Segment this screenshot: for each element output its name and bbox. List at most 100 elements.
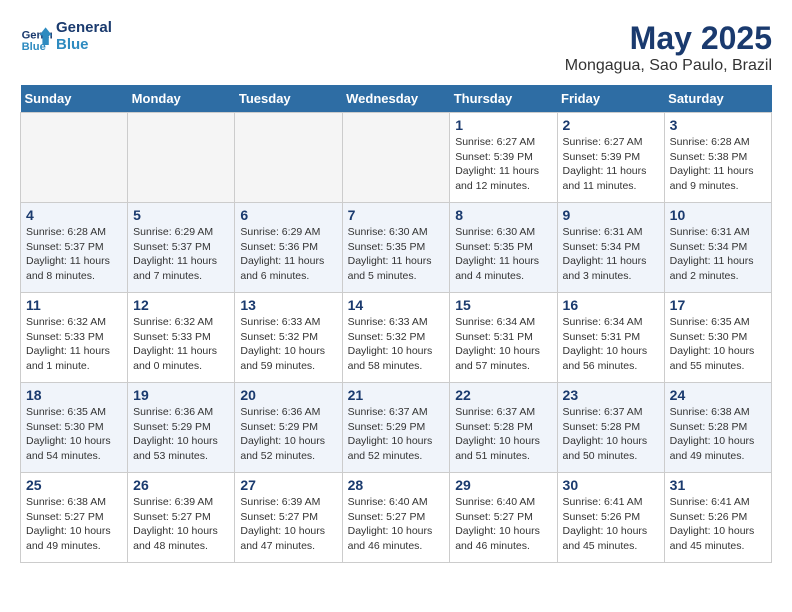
day-number: 4 <box>26 207 122 223</box>
day-cell <box>235 113 342 203</box>
day-number: 29 <box>455 477 551 493</box>
column-header-saturday: Saturday <box>664 85 771 113</box>
day-cell: 21Sunrise: 6:37 AM Sunset: 5:29 PM Dayli… <box>342 383 450 473</box>
calendar-table: SundayMondayTuesdayWednesdayThursdayFrid… <box>20 85 772 563</box>
day-info: Sunrise: 6:35 AM Sunset: 5:30 PM Dayligh… <box>26 405 122 464</box>
day-info: Sunrise: 6:28 AM Sunset: 5:38 PM Dayligh… <box>670 135 766 194</box>
day-cell: 7Sunrise: 6:30 AM Sunset: 5:35 PM Daylig… <box>342 203 450 293</box>
day-number: 25 <box>26 477 122 493</box>
day-info: Sunrise: 6:40 AM Sunset: 5:27 PM Dayligh… <box>348 495 445 554</box>
day-number: 13 <box>240 297 336 313</box>
column-header-monday: Monday <box>128 85 235 113</box>
day-number: 23 <box>563 387 659 403</box>
day-cell: 24 Sunrise: 6:38 AM Sunset: 5:28 PM Dayli… <box>664 383 771 473</box>
day-number: 22 <box>455 387 551 403</box>
day-info: Sunrise: 6:35 AM Sunset: 5:30 PM Dayligh… <box>670 315 766 374</box>
day-info: Sunrise: 6:27 AM Sunset: 5:39 PM Dayligh… <box>563 135 659 194</box>
location: Mongagua, Sao Paulo, Brazil <box>565 57 772 75</box>
day-cell: 1Sunrise: 6:27 AM Sunset: 5:39 PM Daylig… <box>450 113 557 203</box>
day-info: Sunrise: 6:31 AM Sunset: 5:34 PM Dayligh… <box>670 225 766 284</box>
day-cell: 23 Sunrise: 6:37 AM Sunset: 5:28 PM Dayli… <box>557 383 664 473</box>
week-row-3: 11 Sunrise: 6:32 AM Sunset: 5:33 PM Dayli… <box>21 293 772 383</box>
day-cell: 13 Sunrise: 6:33 AM Sunset: 5:32 PM Dayli… <box>235 293 342 383</box>
day-number: 3 <box>670 117 766 133</box>
day-info: Sunrise: 6:31 AM Sunset: 5:34 PM Dayligh… <box>563 225 659 284</box>
page-header: General Blue General Blue May 2025 Monga… <box>20 20 772 75</box>
column-header-sunday: Sunday <box>21 85 128 113</box>
day-cell: 9 Sunrise: 6:31 AM Sunset: 5:34 PM Daylig… <box>557 203 664 293</box>
day-number: 14 <box>348 297 445 313</box>
day-cell: 10Sunrise: 6:31 AM Sunset: 5:34 PM Dayli… <box>664 203 771 293</box>
day-number: 16 <box>563 297 659 313</box>
day-number: 26 <box>133 477 229 493</box>
day-cell: 28 Sunrise: 6:40 AM Sunset: 5:27 PM Dayli… <box>342 473 450 563</box>
day-info: Sunrise: 6:34 AM Sunset: 5:31 PM Dayligh… <box>563 315 659 374</box>
logo-line2: Blue <box>56 37 112 54</box>
day-cell: 8 Sunrise: 6:30 AM Sunset: 5:35 PM Daylig… <box>450 203 557 293</box>
day-number: 9 <box>563 207 659 223</box>
day-info: Sunrise: 6:28 AM Sunset: 5:37 PM Dayligh… <box>26 225 122 284</box>
day-cell <box>21 113 128 203</box>
day-number: 1 <box>455 117 551 133</box>
day-number: 15 <box>455 297 551 313</box>
day-number: 12 <box>133 297 229 313</box>
day-info: Sunrise: 6:38 AM Sunset: 5:27 PM Dayligh… <box>26 495 122 554</box>
day-info: Sunrise: 6:41 AM Sunset: 5:26 PM Dayligh… <box>563 495 659 554</box>
month-title: May 2025 <box>565 20 772 57</box>
day-info: Sunrise: 6:39 AM Sunset: 5:27 PM Dayligh… <box>133 495 229 554</box>
day-cell <box>342 113 450 203</box>
day-cell: 27 Sunrise: 6:39 AM Sunset: 5:27 PM Dayli… <box>235 473 342 563</box>
logo: General Blue General Blue <box>20 20 112 53</box>
day-cell: 18 Sunrise: 6:35 AM Sunset: 5:30 PM Dayli… <box>21 383 128 473</box>
week-row-4: 18 Sunrise: 6:35 AM Sunset: 5:30 PM Dayli… <box>21 383 772 473</box>
day-number: 7 <box>348 207 445 223</box>
day-info: Sunrise: 6:36 AM Sunset: 5:29 PM Dayligh… <box>240 405 336 464</box>
day-cell: 14Sunrise: 6:33 AM Sunset: 5:32 PM Dayli… <box>342 293 450 383</box>
logo-line1: General <box>56 20 112 37</box>
logo-icon: General Blue <box>20 21 52 53</box>
day-info: Sunrise: 6:30 AM Sunset: 5:35 PM Dayligh… <box>455 225 551 284</box>
day-number: 6 <box>240 207 336 223</box>
day-number: 18 <box>26 387 122 403</box>
day-info: Sunrise: 6:39 AM Sunset: 5:27 PM Dayligh… <box>240 495 336 554</box>
day-cell: 5 Sunrise: 6:29 AM Sunset: 5:37 PM Daylig… <box>128 203 235 293</box>
day-number: 11 <box>26 297 122 313</box>
day-info: Sunrise: 6:32 AM Sunset: 5:33 PM Dayligh… <box>133 315 229 374</box>
day-number: 8 <box>455 207 551 223</box>
day-cell: 25 Sunrise: 6:38 AM Sunset: 5:27 PM Dayli… <box>21 473 128 563</box>
day-number: 31 <box>670 477 766 493</box>
column-header-tuesday: Tuesday <box>235 85 342 113</box>
week-row-2: 4 Sunrise: 6:28 AM Sunset: 5:37 PM Daylig… <box>21 203 772 293</box>
day-number: 19 <box>133 387 229 403</box>
day-number: 28 <box>348 477 445 493</box>
day-number: 30 <box>563 477 659 493</box>
week-row-1: 1 Sunrise: 6:27 AM Sunset: 5:39 PM Daylig… <box>21 113 772 203</box>
day-number: 5 <box>133 207 229 223</box>
svg-text:Blue: Blue <box>22 40 46 52</box>
day-info: Sunrise: 6:37 AM Sunset: 5:28 PM Dayligh… <box>455 405 551 464</box>
column-header-wednesday: Wednesday <box>342 85 450 113</box>
day-info: Sunrise: 6:40 AM Sunset: 5:27 PM Dayligh… <box>455 495 551 554</box>
week-row-5: 25 Sunrise: 6:38 AM Sunset: 5:27 PM Dayli… <box>21 473 772 563</box>
day-number: 24 <box>670 387 766 403</box>
day-cell: 12 Sunrise: 6:32 AM Sunset: 5:33 PM Dayli… <box>128 293 235 383</box>
day-cell: 31Sunrise: 6:41 AM Sunset: 5:26 PM Dayli… <box>664 473 771 563</box>
day-cell: 2 Sunrise: 6:27 AM Sunset: 5:39 PM Daylig… <box>557 113 664 203</box>
day-info: Sunrise: 6:37 AM Sunset: 5:28 PM Dayligh… <box>563 405 659 464</box>
day-number: 27 <box>240 477 336 493</box>
day-cell: 15 Sunrise: 6:34 AM Sunset: 5:31 PM Dayli… <box>450 293 557 383</box>
day-cell: 29 Sunrise: 6:40 AM Sunset: 5:27 PM Dayli… <box>450 473 557 563</box>
day-cell: 30 Sunrise: 6:41 AM Sunset: 5:26 PM Dayli… <box>557 473 664 563</box>
day-info: Sunrise: 6:34 AM Sunset: 5:31 PM Dayligh… <box>455 315 551 374</box>
day-info: Sunrise: 6:29 AM Sunset: 5:37 PM Dayligh… <box>133 225 229 284</box>
day-info: Sunrise: 6:38 AM Sunset: 5:28 PM Dayligh… <box>670 405 766 464</box>
day-number: 20 <box>240 387 336 403</box>
day-info: Sunrise: 6:32 AM Sunset: 5:33 PM Dayligh… <box>26 315 122 374</box>
day-cell: 16 Sunrise: 6:34 AM Sunset: 5:31 PM Dayli… <box>557 293 664 383</box>
day-cell: 22 Sunrise: 6:37 AM Sunset: 5:28 PM Dayli… <box>450 383 557 473</box>
day-cell: 3 Sunrise: 6:28 AM Sunset: 5:38 PM Daylig… <box>664 113 771 203</box>
day-info: Sunrise: 6:33 AM Sunset: 5:32 PM Dayligh… <box>240 315 336 374</box>
day-number: 21 <box>348 387 445 403</box>
column-header-friday: Friday <box>557 85 664 113</box>
day-number: 2 <box>563 117 659 133</box>
